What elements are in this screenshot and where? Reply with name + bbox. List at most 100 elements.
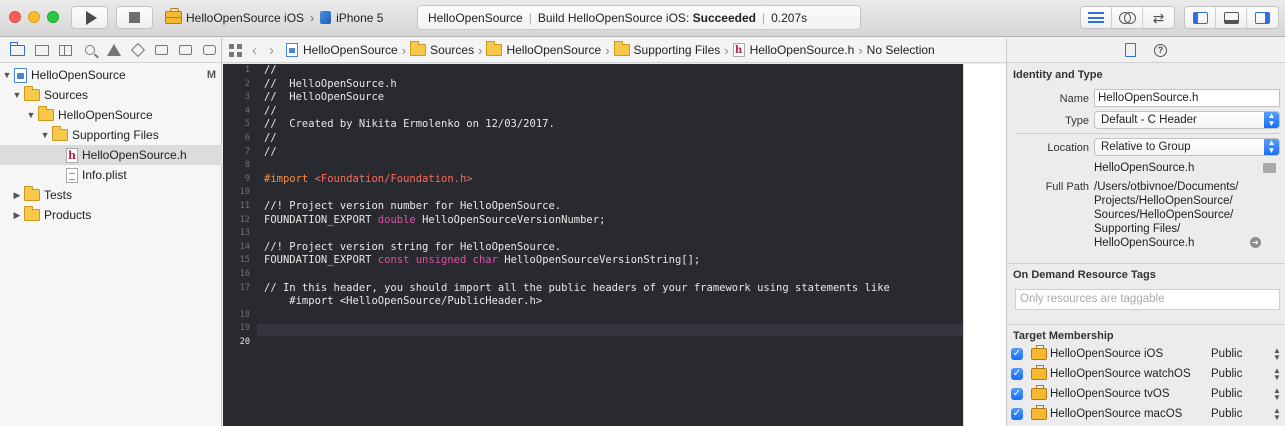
jumpbar-crumb-file[interactable]: h HelloOpenSource.h xyxy=(732,43,854,57)
location-value: Relative to Group xyxy=(1101,141,1191,153)
jumpbar-crumb-selection[interactable]: No Selection xyxy=(867,43,935,57)
target-checkbox[interactable]: ✓ xyxy=(1011,368,1023,380)
assistant-editor-button[interactable] xyxy=(1112,7,1143,28)
disclosure-open-icon[interactable]: ▼ xyxy=(2,70,12,80)
tab-find-navigator[interactable] xyxy=(80,42,99,59)
tree-item-supporting-files[interactable]: ▼ Supporting Files xyxy=(0,125,222,145)
debug-gauge-icon xyxy=(155,45,168,55)
line-number: 9 xyxy=(244,173,250,184)
target-access-popup[interactable]: Public xyxy=(1211,408,1242,420)
tree-item-label: Products xyxy=(44,208,92,222)
tab-quick-help[interactable]: ? xyxy=(1154,43,1167,57)
close-window-button[interactable] xyxy=(9,11,21,23)
tab-debug-navigator[interactable] xyxy=(152,42,171,59)
target-checkbox[interactable]: ✓ xyxy=(1011,408,1023,420)
code-line: #import <HelloOpenSource/PublicHeader.h> xyxy=(264,295,543,308)
choose-folder-icon[interactable] xyxy=(1263,163,1276,173)
window-toolbar: HelloOpenSource iOS › iPhone 5 HelloOpen… xyxy=(0,0,1285,37)
target-checkbox[interactable]: ✓ xyxy=(1011,388,1023,400)
disclosure-open-icon[interactable]: ▼ xyxy=(26,110,36,120)
tree-item-project[interactable]: ▼ HelloOpenSource M xyxy=(0,65,222,85)
reveal-in-finder-icon[interactable]: ➔ xyxy=(1250,237,1261,248)
line-number: 7 xyxy=(244,146,250,157)
tab-project-navigator[interactable] xyxy=(8,41,27,59)
tab-source-control[interactable] xyxy=(32,42,51,59)
play-icon xyxy=(85,10,97,25)
code-text[interactable]: // // HelloOpenSource.h // HelloOpenSour… xyxy=(264,64,963,309)
target-row: ✓ HelloOpenSource watchOS Public ▲ ▼ xyxy=(1007,364,1285,384)
run-button[interactable] xyxy=(71,6,108,29)
toggle-navigator-button[interactable] xyxy=(1185,7,1216,28)
target-access-popup[interactable]: Public xyxy=(1211,348,1242,360)
jumpbar-crumb-project[interactable]: HelloOpenSource xyxy=(286,43,398,57)
xcode-project-icon xyxy=(14,67,27,83)
target-name: HelloOpenSource macOS xyxy=(1050,408,1183,420)
disclosure-open-icon[interactable]: ▼ xyxy=(12,90,22,100)
name-field[interactable]: HelloOpenSource.h xyxy=(1094,89,1280,107)
tree-item-tests[interactable]: ▶ Tests xyxy=(0,185,222,205)
tab-breakpoint-navigator[interactable] xyxy=(176,42,195,59)
tab-test-navigator[interactable] xyxy=(128,42,147,59)
jumpbar-crumb-group[interactable]: HelloOpenSource xyxy=(486,41,601,57)
back-button[interactable]: ‹ xyxy=(252,43,257,58)
chevron-right-icon: › xyxy=(310,10,315,25)
jumpbar-crumb-sources[interactable]: Sources xyxy=(410,41,474,57)
tree-item-helloopensource-group[interactable]: ▼ HelloOpenSource xyxy=(0,105,222,125)
target-access-popup[interactable]: Public xyxy=(1211,388,1242,400)
source-control-icon xyxy=(34,44,49,56)
identity-section-title: Identity and Type xyxy=(1013,69,1103,81)
tab-symbol-navigator[interactable] xyxy=(56,42,75,59)
zoom-window-button[interactable] xyxy=(47,11,59,23)
tree-item-header-file[interactable]: h HelloOpenSource.h xyxy=(0,145,222,165)
scheme-selector[interactable]: HelloOpenSource iOS › iPhone 5 xyxy=(161,6,397,29)
header-file-icon: h xyxy=(66,147,78,163)
jumpbar-crumb-supporting-files[interactable]: Supporting Files xyxy=(613,41,720,57)
chevron-right-icon: › xyxy=(605,42,610,58)
tab-file-inspector[interactable] xyxy=(1125,43,1136,57)
code-line: // xyxy=(264,104,277,117)
toggle-utilities-button[interactable] xyxy=(1247,7,1278,28)
target-row: ✓ HelloOpenSource iOS Public ▲ ▼ xyxy=(1007,344,1285,364)
tree-item-info-plist[interactable]: Info.plist xyxy=(0,165,222,185)
popup-arrows-icon: ▲ ▼ xyxy=(1264,139,1279,155)
standard-editor-button[interactable] xyxy=(1081,7,1112,28)
tree-item-label: Sources xyxy=(44,88,89,102)
popup-arrows-icon: ▲ ▼ xyxy=(1273,386,1281,402)
code-editor[interactable]: 1 2 3 4 5 6 7 8 9 10 11 12 13 14 15 16 1… xyxy=(223,64,1006,426)
disclosure-closed-icon[interactable]: ▶ xyxy=(12,190,22,201)
code-line: // HelloOpenSource xyxy=(264,91,385,104)
stop-button[interactable] xyxy=(116,6,153,29)
disclosure-open-icon[interactable]: ▼ xyxy=(40,130,50,140)
tab-issue-navigator[interactable] xyxy=(104,42,123,59)
line-number: 4 xyxy=(244,105,250,116)
help-icon: ? xyxy=(1154,43,1167,57)
chevron-right-icon: › xyxy=(478,42,483,58)
forward-button[interactable]: › xyxy=(269,43,274,58)
tab-report-navigator[interactable] xyxy=(200,42,219,59)
framework-target-icon xyxy=(165,8,182,24)
resource-tags-field[interactable]: Only resources are taggable xyxy=(1015,289,1280,310)
minimize-window-button[interactable] xyxy=(28,11,40,23)
type-popup[interactable]: Default - C Header ▲ ▼ xyxy=(1094,111,1280,129)
popup-arrows-icon: ▲ ▼ xyxy=(1273,406,1281,422)
target-name: HelloOpenSource tvOS xyxy=(1050,388,1170,400)
target-checkbox[interactable]: ✓ xyxy=(1011,348,1023,360)
warning-icon xyxy=(106,44,121,56)
tree-item-products[interactable]: ▶ Products xyxy=(0,205,222,225)
file-tree: ▼ HelloOpenSource M ▼ Sources ▼ HelloOpe… xyxy=(0,65,222,225)
scheme-target[interactable]: HelloOpenSource iOS xyxy=(161,8,308,25)
code-line: // Created by Nikita Ermolenko on 12/03/… xyxy=(264,118,555,131)
related-items-icon[interactable] xyxy=(229,43,242,57)
toggle-debug-area-button[interactable] xyxy=(1216,7,1247,28)
navigator-panel-icon xyxy=(1192,11,1208,24)
disclosure-closed-icon[interactable]: ▶ xyxy=(12,210,22,221)
assistant-editor-icon xyxy=(1119,11,1136,24)
code-line: FOUNDATION_EXPORT const unsigned char He… xyxy=(264,254,701,267)
version-editor-button[interactable]: ⇄ xyxy=(1143,7,1174,28)
status-divider: | xyxy=(762,10,766,25)
tree-item-sources[interactable]: ▼ Sources xyxy=(0,85,222,105)
target-access-popup[interactable]: Public xyxy=(1211,368,1242,380)
location-popup[interactable]: Relative to Group ▲ ▼ xyxy=(1094,138,1280,156)
scheme-device[interactable]: iPhone 5 xyxy=(316,11,387,25)
tree-item-label: Tests xyxy=(44,188,73,202)
